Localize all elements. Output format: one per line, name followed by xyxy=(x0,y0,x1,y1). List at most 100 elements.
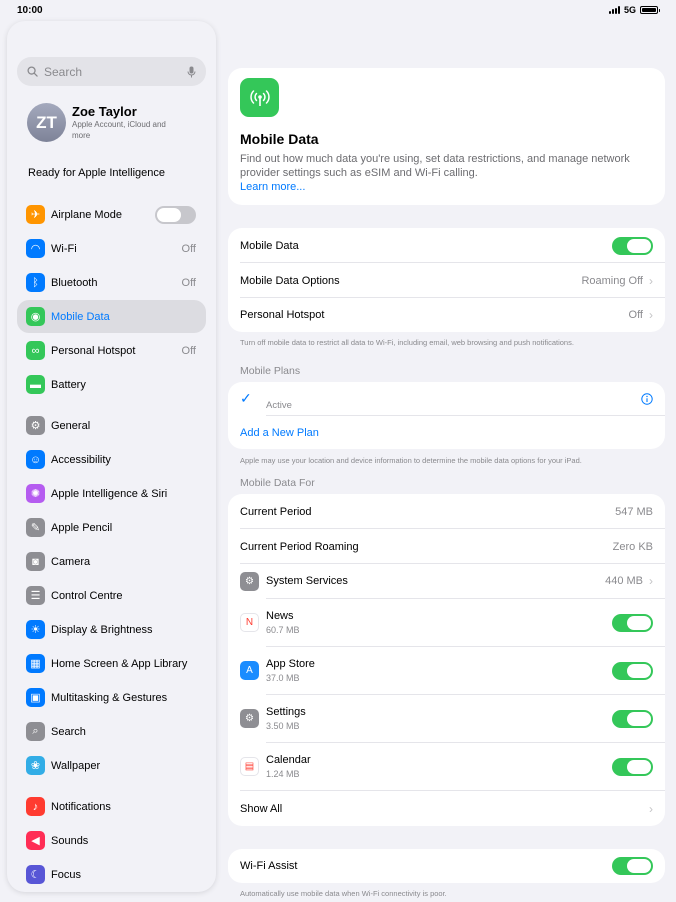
sidebar-item-airplane-mode[interactable]: ✈ Airplane Mode xyxy=(17,198,206,231)
mobile-plans-title: Mobile Plans xyxy=(240,365,301,377)
app-data-size: 37.0 MB xyxy=(266,673,300,683)
apple-intelligence-banner[interactable]: Ready for Apple Intelligence xyxy=(28,167,165,179)
battery-icon xyxy=(640,6,660,14)
add-plan-row[interactable]: Add a New Plan xyxy=(228,416,665,449)
sidebar-item-control-centre[interactable]: ☰ Control Centre xyxy=(17,579,206,612)
page-description: Find out how much data you're using, set… xyxy=(240,153,630,179)
calendar-icon: ▤ xyxy=(240,757,259,776)
personal-hotspot-label: Personal Hotspot xyxy=(240,309,325,321)
avatar: ZT xyxy=(27,103,66,142)
sidebar-item-label: Notifications xyxy=(51,800,111,813)
wifi-assist-row: Wi-Fi Assist xyxy=(228,849,665,883)
control-centre-icon: ☰ xyxy=(26,586,45,605)
info-icon[interactable] xyxy=(641,392,653,405)
mobile-data-toggle[interactable] xyxy=(612,236,653,255)
sidebar-item-label: Focus xyxy=(51,868,81,881)
personal-hotspot-value: Off xyxy=(628,309,643,321)
sidebar-item-home-screen-app-library[interactable]: ▦ Home Screen & App Library xyxy=(17,647,206,680)
search-icon: ⌕ xyxy=(26,722,45,741)
sidebar-item-personal-hotspot[interactable]: ∞ Personal Hotspot Off xyxy=(17,334,206,367)
sidebar-item-wallpaper[interactable]: ❀ Wallpaper xyxy=(17,749,206,782)
system-services-label: System Services xyxy=(266,575,348,587)
sun-icon: ☀ xyxy=(26,620,45,639)
battery-icon: ▬ xyxy=(26,375,45,394)
sidebar-item-value: Off xyxy=(181,344,196,357)
news-icon: N xyxy=(240,613,259,632)
sidebar-item-display-brightness[interactable]: ☀ Display & Brightness xyxy=(17,613,206,646)
sidebar-item-camera[interactable]: ◙ Camera xyxy=(17,545,206,578)
show-all-row[interactable]: Show All › xyxy=(228,791,665,826)
microphone-icon[interactable] xyxy=(187,66,196,78)
sidebar-item-label: Camera xyxy=(51,555,91,568)
sidebar-item-accessibility[interactable]: ☺ Accessibility xyxy=(17,443,206,476)
chevron-right-icon: › xyxy=(649,273,653,288)
mobile-data-options-row[interactable]: Mobile Data Options Roaming Off › xyxy=(228,263,665,298)
mobile-data-settings-card: Mobile Data Mobile Data Options Roaming … xyxy=(228,228,665,332)
news-data-toggle[interactable] xyxy=(612,613,653,632)
gear-icon: ⚙ xyxy=(26,416,45,435)
chevron-right-icon: › xyxy=(649,801,653,816)
sidebar-item-mobile-data[interactable]: ◉ Mobile Data xyxy=(17,300,206,333)
sidebar-item-battery[interactable]: ▬ Battery xyxy=(17,368,206,401)
sidebar-item-multitasking-gestures[interactable]: ▣ Multitasking & Gestures xyxy=(17,681,206,714)
camera-icon: ◙ xyxy=(26,552,45,571)
sidebar-item-label: Display & Brightness xyxy=(51,623,153,636)
airplane-icon: ✈ xyxy=(26,205,45,224)
status-indicators: 5G xyxy=(608,5,660,15)
mobile-plans-card: ✓ Active Add a New Plan xyxy=(228,382,665,449)
roaming-row: Current Period Roaming Zero KB xyxy=(228,529,665,564)
learn-more-link[interactable]: Learn more... xyxy=(240,181,305,193)
app-row-settings: ⚙ Settings 3.50 MB xyxy=(228,695,665,742)
app-row-calendar: ▤ Calendar 1.24 MB xyxy=(228,743,665,790)
sidebar-item-label: Apple Pencil xyxy=(51,521,113,534)
sidebar-item-sounds[interactable]: ◀ Sounds xyxy=(17,824,206,857)
bell-icon: ♪ xyxy=(26,797,45,816)
flower-icon: ❀ xyxy=(26,756,45,775)
wifi-icon: ◠ xyxy=(26,239,45,258)
sidebar-item-general[interactable]: ⚙ General xyxy=(17,409,206,442)
status-time: 10:00 xyxy=(17,5,43,16)
sidebar-item-apple-pencil[interactable]: ✎ Apple Pencil xyxy=(17,511,206,544)
app-store-icon: A xyxy=(240,661,259,680)
app-data-size: 60.7 MB xyxy=(266,625,300,635)
sidebar-item-notifications[interactable]: ♪ Notifications xyxy=(17,790,206,823)
wifi-assist-card: Wi-Fi Assist xyxy=(228,849,665,883)
app-data-size: 1.24 MB xyxy=(266,769,300,779)
wifi-assist-label: Wi-Fi Assist xyxy=(240,860,298,872)
sidebar-item-wi-fi[interactable]: ◠ Wi-Fi Off xyxy=(17,232,206,265)
search-input[interactable]: Search xyxy=(17,57,206,86)
sidebar-item-label: Control Centre xyxy=(51,589,123,602)
bluetooth-icon: ᛒ xyxy=(26,273,45,292)
active-plan-row[interactable]: ✓ Active xyxy=(228,382,665,415)
sidebar-item-apple-intelligence-siri[interactable]: ✺ Apple Intelligence & Siri xyxy=(17,477,206,510)
wifi-assist-toggle[interactable] xyxy=(612,857,653,875)
app-row-news: N News 60.7 MB xyxy=(228,599,665,646)
sidebar-item-label: Sounds xyxy=(51,834,89,847)
status-bar: 10:00 5G xyxy=(0,0,676,20)
antenna-icon xyxy=(240,78,279,117)
chevron-right-icon: › xyxy=(649,574,653,588)
app-name: App Store xyxy=(266,658,315,670)
app-row-app-store: A App Store 37.0 MB xyxy=(228,647,665,694)
header-card: Mobile Data Find out how much data you'r… xyxy=(228,68,665,205)
calendar-data-toggle[interactable] xyxy=(612,757,653,776)
sidebar-item-focus[interactable]: ☾ Focus xyxy=(17,858,206,891)
sidebar-item-value: Off xyxy=(181,276,196,289)
app-name: Calendar xyxy=(266,754,311,766)
sidebar-item-search[interactable]: ⌕ Search xyxy=(17,715,206,748)
airplane-mode-toggle[interactable] xyxy=(155,205,196,224)
add-plan-link[interactable]: Add a New Plan xyxy=(240,427,319,439)
app-name: News xyxy=(266,610,294,622)
personal-hotspot-row[interactable]: Personal Hotspot Off › xyxy=(228,298,665,332)
mobile-data-for-title: Mobile Data For xyxy=(240,477,315,489)
settings-data-toggle[interactable] xyxy=(612,709,653,728)
profile-card[interactable]: ZT Zoe Taylor Apple Account, iCloud and … xyxy=(27,103,172,142)
sidebar: Search ZT Zoe Taylor Apple Account, iClo… xyxy=(7,21,216,892)
system-services-row[interactable]: ⚙ System Services 440 MB › xyxy=(228,564,665,598)
show-all-label: Show All xyxy=(240,802,283,815)
app-store-data-toggle[interactable] xyxy=(612,661,653,680)
sidebar-item-label: Search xyxy=(51,725,86,738)
usage-card: Current Period 547 MB Current Period Roa… xyxy=(228,494,665,826)
sidebar-item-bluetooth[interactable]: ᛒ Bluetooth Off xyxy=(17,266,206,299)
profile-subtitle: Apple Account, iCloud and more xyxy=(72,120,166,140)
